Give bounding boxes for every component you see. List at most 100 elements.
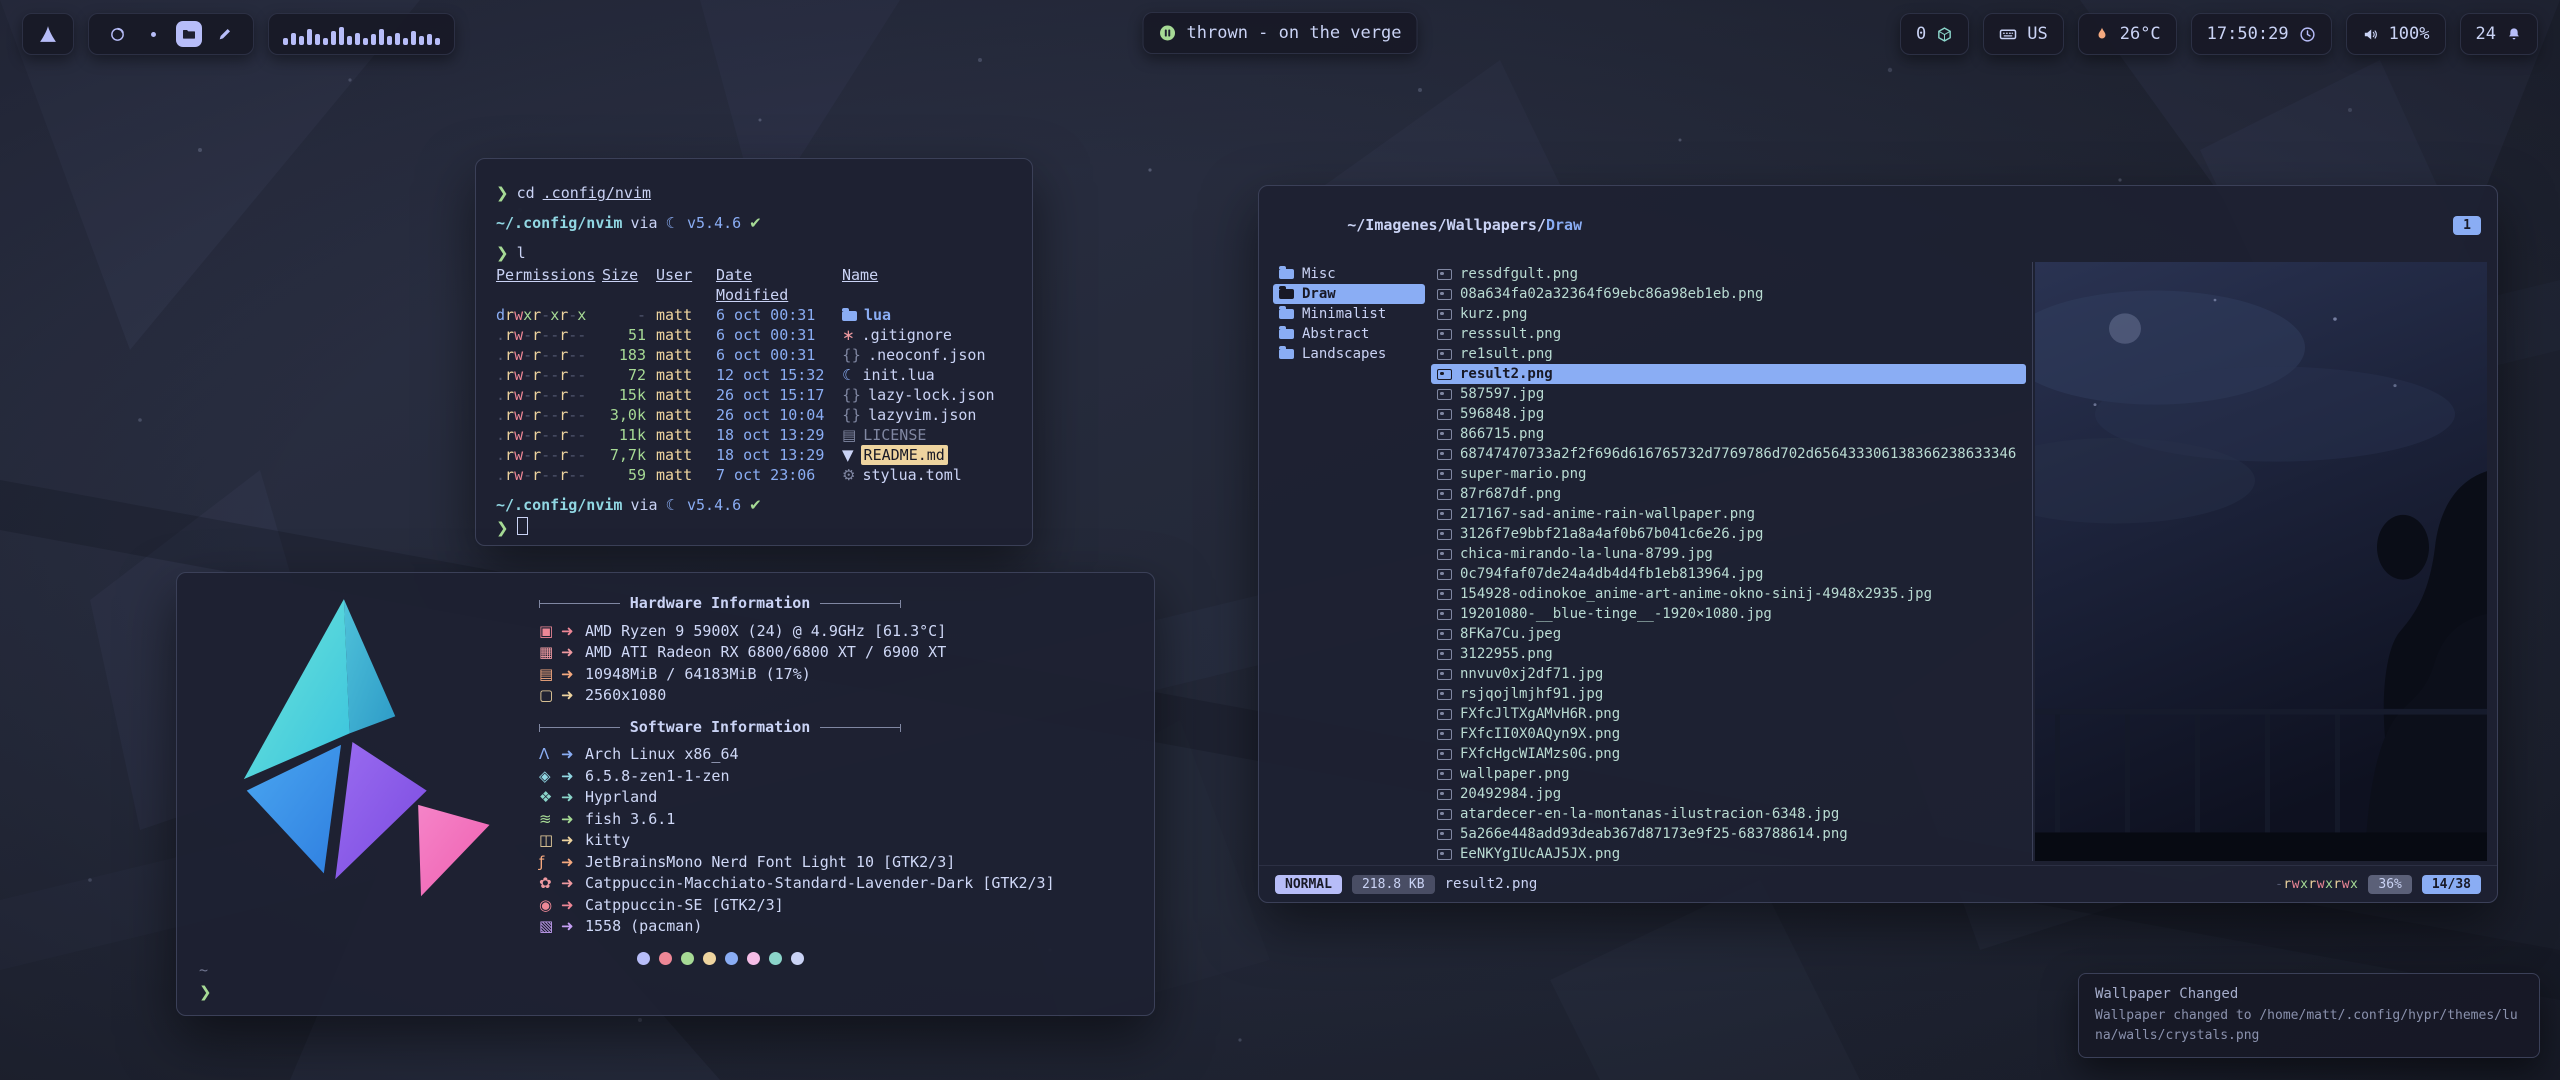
- dot-icon: [145, 26, 162, 43]
- folder-icon: [842, 311, 857, 321]
- file-size: -: [602, 305, 646, 325]
- notification-title: Wallpaper Changed: [2095, 986, 2523, 1002]
- info-text: Catppuccin-SE [GTK2/3]: [585, 895, 1135, 917]
- file-item[interactable]: 596848.jpg: [1431, 404, 2026, 424]
- file-item[interactable]: wallpaper.png: [1431, 764, 2026, 784]
- notifications-module[interactable]: 24: [2460, 13, 2538, 55]
- file-name: stylua.toml: [862, 465, 961, 485]
- terminal-command-line: ❯cd.config/nvim: [496, 183, 1012, 203]
- perm-char: -: [568, 386, 577, 404]
- workspace-4[interactable]: [212, 21, 238, 47]
- perm-char: -: [577, 466, 586, 484]
- file-item[interactable]: atardecer-en-la-montanas-ilustracion-634…: [1431, 804, 2026, 824]
- file-name: result2.png: [1460, 366, 1553, 382]
- perm-char: r: [532, 306, 541, 324]
- image-icon: [1437, 789, 1452, 800]
- image-icon: [1437, 829, 1452, 840]
- media-player-widget[interactable]: thrown - on the verge: [1143, 12, 1418, 54]
- perm-char: w: [514, 406, 523, 424]
- perm-char: -: [568, 346, 577, 364]
- dir-item[interactable]: Landscapes: [1273, 344, 1425, 364]
- settings-icon: ⚙: [842, 465, 855, 485]
- file-item[interactable]: chica-mirando-la-luna-8799.jpg: [1431, 544, 2026, 564]
- arrow-icon: ➜: [561, 766, 585, 788]
- keyboard-layout-module[interactable]: US: [1983, 13, 2063, 55]
- file-name: lazy-lock.json: [868, 385, 994, 405]
- file-item[interactable]: EeNKYgIUcAAJ5JX.png: [1431, 844, 2026, 864]
- file-item[interactable]: ressdfgult.png: [1431, 264, 2026, 284]
- perm-char: -: [577, 446, 586, 464]
- file-item[interactable]: FXfcJlTXgAMvH6R.png: [1431, 704, 2026, 724]
- file-item[interactable]: re1sult.png: [1431, 344, 2026, 364]
- file-item[interactable]: resssult.png: [1431, 324, 2026, 344]
- file-item[interactable]: 68747470733a2f2f696d616765732d7769786d70…: [1431, 444, 2026, 464]
- file-item[interactable]: 154928-odinokoe_anime-art-anime-okno-sin…: [1431, 584, 2026, 604]
- perm-char: r: [505, 326, 514, 344]
- file-owner: matt: [656, 385, 706, 405]
- file-name: 8FKa7Cu.jpeg: [1460, 626, 1561, 642]
- vis-bar: [355, 33, 360, 46]
- file-item[interactable]: result2.png: [1431, 364, 2026, 384]
- file-item[interactable]: rsjqojlmjhf91.jpg: [1431, 684, 2026, 704]
- clock-module[interactable]: 17:50:29: [2191, 13, 2332, 55]
- file-permissions: -rwxrwxrwx: [2275, 877, 2358, 892]
- file-item[interactable]: 587597.jpg: [1431, 384, 2026, 404]
- file-item[interactable]: 0c794faf07de24a4db4d4fb1eb813964.jpg: [1431, 564, 2026, 584]
- file-item[interactable]: 20492984.jpg: [1431, 784, 2026, 804]
- dir-item[interactable]: Misc: [1273, 264, 1425, 284]
- vis-bar: [291, 33, 296, 46]
- workspace-2[interactable]: [140, 21, 166, 47]
- parent-directory-panel: MiscDrawMinimalist Abstract Landscapes: [1273, 262, 1425, 861]
- clock-value: 17:50:29: [2207, 24, 2289, 44]
- file-item[interactable]: 08a634fa02a32364f69ebc86a98eb1eb.png: [1431, 284, 2026, 304]
- dir-item[interactable]: Draw: [1273, 284, 1425, 304]
- workspace-1[interactable]: [104, 21, 130, 47]
- workspace-3[interactable]: [176, 21, 202, 47]
- file-item[interactable]: FXfcII0X0AQyn9X.png: [1431, 724, 2026, 744]
- info-text: Catppuccin-Macchiato-Standard-Lavender-D…: [585, 873, 1135, 895]
- perm-char: -: [550, 326, 559, 344]
- launcher-button[interactable]: [22, 13, 74, 55]
- info-line: ▣➜AMD Ryzen 9 5900X (24) @ 4.9GHz [61.3°…: [539, 621, 1135, 643]
- file-item[interactable]: 87r687df.png: [1431, 484, 2026, 504]
- file-item[interactable]: nnvuv0xj2df71.jpg: [1431, 664, 2026, 684]
- notification-popup[interactable]: Wallpaper Changed Wallpaper changed to /…: [2078, 973, 2540, 1058]
- volume-module[interactable]: 100%: [2346, 13, 2446, 55]
- file-item[interactable]: 3126f7e9bbf21a8a4af0b67b041c6e26.jpg: [1431, 524, 2026, 544]
- perm-char: -: [523, 426, 532, 444]
- vis-bar: [363, 38, 368, 45]
- file-item[interactable]: 866715.png: [1431, 424, 2026, 444]
- dir-name: Landscapes: [1302, 346, 1386, 362]
- fetch-prompt[interactable]: ~ ❯: [199, 959, 212, 1003]
- speaker-icon: [2362, 26, 2379, 43]
- file-item[interactable]: super-mario.png: [1431, 464, 2026, 484]
- file-item[interactable]: FXfcHgcWIAMzs0G.png: [1431, 744, 2026, 764]
- perm-char: -: [523, 446, 532, 464]
- file-item[interactable]: kurz.png: [1431, 304, 2026, 324]
- perm-char: .: [496, 386, 505, 404]
- file-item[interactable]: 5a266e448add93deab367d87173e9f25-6837886…: [1431, 824, 2026, 844]
- vis-bar: [347, 36, 352, 45]
- terminal-prompt-line[interactable]: ❯: [496, 515, 1012, 538]
- file-item[interactable]: 8FKa7Cu.jpeg: [1431, 624, 2026, 644]
- file-item[interactable]: 217167-sad-anime-rain-wallpaper.png: [1431, 504, 2026, 524]
- perm-char: -: [541, 426, 550, 444]
- temperature-module[interactable]: 26°C: [2078, 13, 2177, 55]
- perm-char: -: [541, 406, 550, 424]
- file-name-cell: ⚙ stylua.toml: [842, 465, 1012, 485]
- perm-char: -: [541, 346, 550, 364]
- file-name: 87r687df.png: [1460, 486, 1561, 502]
- dir-name: Abstract: [1302, 326, 1369, 342]
- dir-item[interactable]: Minimalist: [1273, 304, 1425, 324]
- tab-badge[interactable]: 1: [2453, 216, 2481, 235]
- file-item[interactable]: 3122955.png: [1431, 644, 2026, 664]
- perm-char: w: [514, 326, 523, 344]
- dir-item[interactable]: Abstract: [1273, 324, 1425, 344]
- folder-icon: [1279, 269, 1294, 279]
- updates-module[interactable]: 0: [1900, 13, 1969, 55]
- file-name: FXfcJlTXgAMvH6R.png: [1460, 706, 1620, 722]
- file-item[interactable]: 19201080-__blue-tinge__-1920×1080.jpg: [1431, 604, 2026, 624]
- fetch-info: Hardware Information ▣➜AMD Ryzen 9 5900X…: [539, 589, 1135, 965]
- arrow-icon: ➜: [561, 830, 585, 852]
- lua-icon: ☾: [666, 213, 679, 233]
